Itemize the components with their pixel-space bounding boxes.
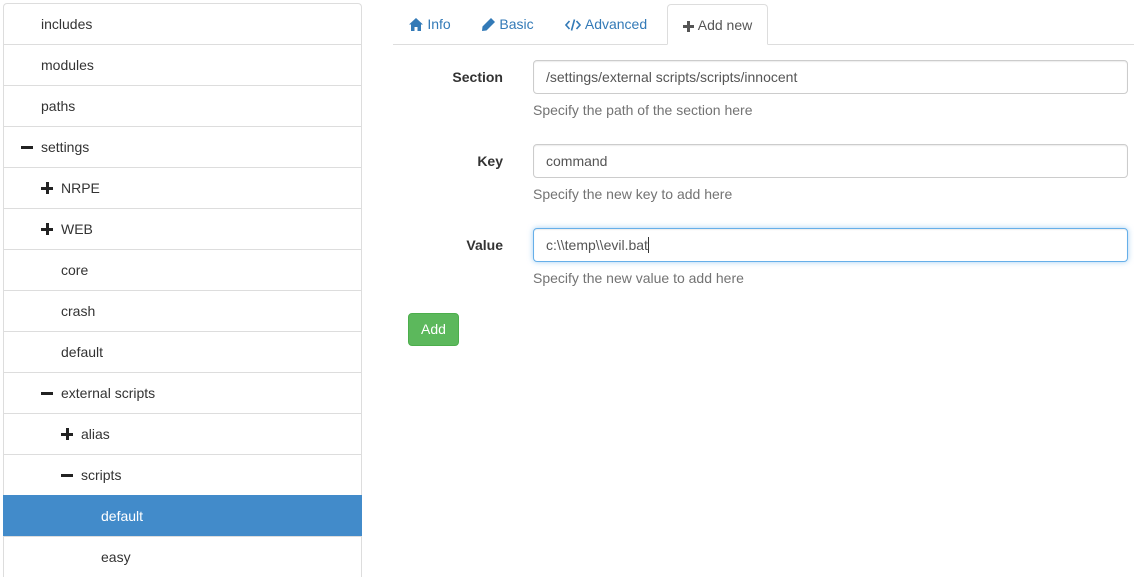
plus-icon — [682, 21, 694, 32]
tab-info[interactable]: Info — [393, 4, 467, 44]
pencil-icon — [482, 18, 496, 31]
add-button[interactable]: Add — [408, 313, 459, 346]
tree-item-label: default — [101, 508, 144, 524]
key-input[interactable]: command — [533, 144, 1128, 178]
tree-item-label: default — [61, 344, 104, 360]
settings-tree: includes modules paths settings NRPE WEB… — [3, 3, 362, 577]
value-input[interactable]: c:\\temp\\evil.bat — [533, 228, 1128, 262]
tree-item-label: includes — [41, 16, 93, 32]
tree-item-default[interactable]: default — [3, 331, 362, 372]
minus-icon[interactable] — [21, 141, 33, 153]
value-label: Value — [466, 237, 503, 253]
plus-icon[interactable] — [41, 223, 53, 235]
value-input-text: c:\\temp\\evil.bat — [546, 237, 648, 253]
tree-item-modules[interactable]: modules — [3, 44, 362, 85]
tree-item-external-scripts[interactable]: external scripts — [3, 372, 362, 413]
tree-item-web[interactable]: WEB — [3, 208, 362, 249]
tab-label: Basic — [499, 16, 534, 32]
tab-label: Add new — [697, 17, 753, 33]
section-input[interactable]: /settings/external scripts/scripts/innoc… — [533, 60, 1128, 94]
tab-label: Info — [427, 16, 451, 32]
tab-basic[interactable]: Basic — [473, 4, 543, 44]
tree-item-crash[interactable]: crash — [3, 290, 362, 331]
text-caret — [647, 237, 649, 253]
tree-item-label: NRPE — [61, 180, 100, 196]
section-label: Section — [452, 69, 503, 85]
tree-item-paths[interactable]: paths — [3, 85, 362, 126]
tree-item-label: core — [61, 262, 89, 278]
tab-bar: Info Basic Advanced Add new — [393, 4, 1134, 45]
key-label: Key — [477, 153, 503, 169]
minus-icon[interactable] — [61, 469, 73, 481]
tree-item-label: easy — [101, 549, 131, 565]
tree-item-label: crash — [61, 303, 96, 319]
tree-item-label: settings — [41, 139, 90, 155]
tab-label: Advanced — [584, 16, 648, 32]
home-icon — [409, 18, 424, 31]
tab-add-new[interactable]: Add new — [667, 4, 768, 45]
tree-item-label: modules — [41, 57, 94, 73]
tree-item-label: WEB — [61, 221, 93, 237]
tree-item-includes[interactable]: includes — [3, 3, 362, 44]
tree-item-label: alias — [81, 426, 110, 442]
tab-advanced[interactable]: Advanced — [556, 4, 656, 44]
tree-item-label: external scripts — [61, 385, 156, 401]
tree-item-label: paths — [41, 98, 76, 114]
minus-icon[interactable] — [41, 387, 53, 399]
key-help-text: Specify the new key to add here — [533, 186, 733, 202]
tree-item-scripts[interactable]: scripts — [3, 454, 362, 495]
plus-icon[interactable] — [61, 428, 73, 440]
tree-item-nrpe[interactable]: NRPE — [3, 167, 362, 208]
tree-item-scripts-default[interactable]: default — [3, 495, 362, 536]
code-icon — [564, 19, 581, 31]
tree-item-alias[interactable]: alias — [3, 413, 362, 454]
tree-item-settings[interactable]: settings — [3, 126, 362, 167]
tree-item-core[interactable]: core — [3, 249, 362, 290]
section-help-text: Specify the path of the section here — [533, 102, 753, 118]
tree-item-label: scripts — [81, 467, 122, 483]
value-help-text: Specify the new value to add here — [533, 270, 744, 286]
plus-icon[interactable] — [41, 182, 53, 194]
